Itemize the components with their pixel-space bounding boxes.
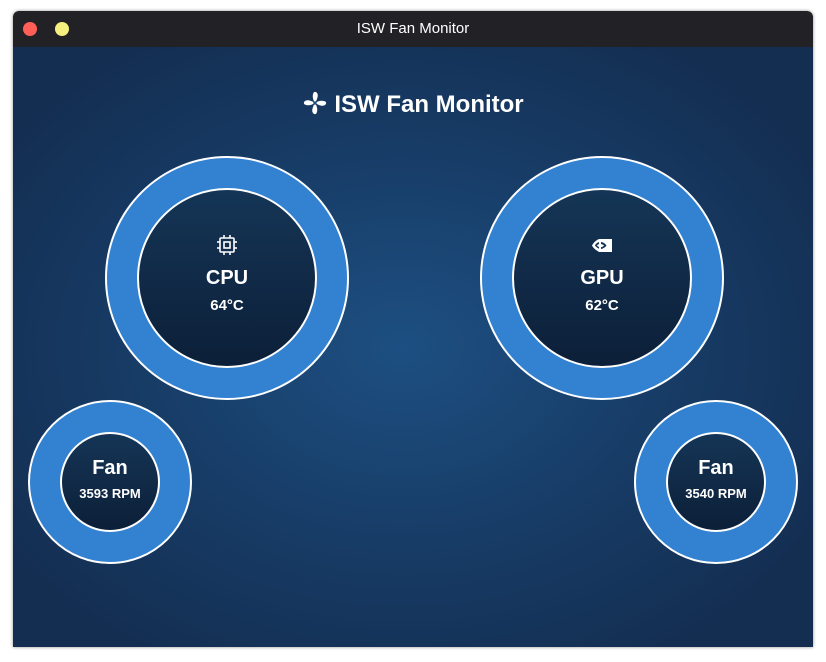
fan-left-gauge-face: Fan 3593 RPM xyxy=(60,432,160,532)
fan-left-gauge: Fan 3593 RPM xyxy=(28,400,192,564)
cpu-label: CPU xyxy=(205,266,249,289)
window-titlebar[interactable]: ISW Fan Monitor xyxy=(13,11,813,47)
cpu-temperature: 64°C xyxy=(210,296,244,314)
gpu-temperature: 62°C xyxy=(585,296,619,314)
app-title: ISW Fan Monitor xyxy=(334,91,524,118)
app-window: ISW Fan Monitor ISW Fan Monitor CPU 64°C… xyxy=(13,11,813,647)
fan-left-label: Fan xyxy=(92,457,128,479)
fan-right-gauge-face: Fan 3540 RPM xyxy=(666,432,766,532)
gpu-gauge: GPU 62°C xyxy=(480,156,724,400)
nvidia-logo-icon xyxy=(592,238,612,252)
cpu-gauge-face: CPU 64°C xyxy=(137,188,317,368)
cpu-gauge: CPU 64°C xyxy=(105,156,349,400)
main-content: ISW Fan Monitor CPU 64°C GPU 62°C Fan 35… xyxy=(13,47,813,647)
fan-right-gauge: Fan 3540 RPM xyxy=(634,400,798,564)
cpu-chip-icon xyxy=(217,234,237,255)
fan-right-label: Fan xyxy=(698,457,734,479)
app-header: ISW Fan Monitor xyxy=(13,87,813,123)
gpu-label: GPU xyxy=(580,266,624,289)
fan-icon xyxy=(304,91,327,115)
gpu-gauge-face: GPU 62°C xyxy=(512,188,692,368)
window-title: ISW Fan Monitor xyxy=(356,20,470,37)
fan-right-rpm: 3540 RPM xyxy=(685,486,747,501)
fan-left-rpm: 3593 RPM xyxy=(79,486,141,501)
